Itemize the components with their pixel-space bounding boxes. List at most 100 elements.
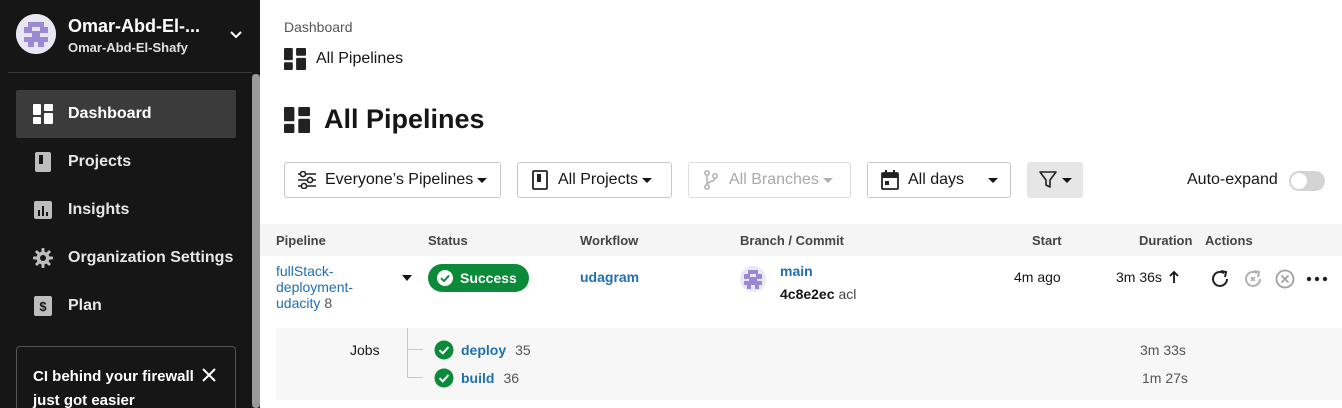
- plan-icon: $: [32, 295, 54, 317]
- pipeline-link[interactable]: fullStack- deployment- udacity 8: [276, 263, 376, 311]
- sidebar-item-label: Projects: [68, 153, 132, 170]
- sidebar-item-label: Insights: [68, 201, 130, 218]
- sidebar: Omar-Abd-El-... Omar-Abd-El-Shafy Dashbo…: [0, 0, 260, 408]
- sidebar-item-dashboard[interactable]: Dashboard: [16, 90, 236, 138]
- sidebar-item-label: Plan: [68, 297, 102, 314]
- jobs-panel: Jobs deploy 35 build 36 3m 33s 1m 27s: [276, 328, 1342, 400]
- commit-info[interactable]: 4c8e2ec acl: [780, 286, 856, 302]
- auto-expand-toggle[interactable]: [1289, 171, 1325, 191]
- breadcrumb-current-label: All Pipelines: [316, 50, 404, 67]
- org-username: Omar-Abd-El-Shafy: [68, 40, 188, 55]
- header-actions: Actions: [1205, 233, 1253, 248]
- main-content: Dashboard All Pipelines All Pipelines Ev…: [260, 0, 1342, 408]
- calendar-icon: [880, 170, 900, 190]
- table-header: Pipeline Status Workflow Branch / Commit…: [260, 224, 1342, 256]
- header-workflow: Workflow: [580, 233, 639, 248]
- job-number: 35: [515, 342, 531, 358]
- pipeline-number: 8: [324, 295, 333, 311]
- status-badge[interactable]: Success: [428, 264, 529, 292]
- sidebar-item-organization-settings[interactable]: Organization Settings: [16, 234, 236, 282]
- job-duration: 3m 33s: [1140, 342, 1186, 358]
- tree-connector: [407, 377, 423, 378]
- rerun-failed-icon: [1245, 270, 1261, 287]
- duration: 3m 36s: [1116, 269, 1180, 285]
- avatar: [740, 266, 766, 292]
- header-start: Start: [1032, 233, 1062, 248]
- header-status: Status: [428, 233, 468, 248]
- job-number: 36: [503, 370, 520, 386]
- sidebar-item-plan[interactable]: $ Plan: [16, 282, 236, 330]
- sliders-icon: [297, 170, 317, 190]
- insights-icon: [32, 199, 54, 221]
- caret-down-icon: [642, 177, 653, 183]
- commit-message: acl: [838, 286, 857, 302]
- sidebar-item-insights[interactable]: Insights: [16, 186, 236, 234]
- job-name: deploy: [461, 342, 507, 358]
- dashboard-icon: [32, 103, 54, 125]
- breadcrumb-current: All Pipelines: [284, 48, 403, 70]
- pipeline-name-line: fullStack-: [276, 263, 334, 279]
- jobs-label: Jobs: [350, 342, 380, 358]
- workflow-link[interactable]: udagram: [580, 269, 639, 285]
- check-circle-icon: [434, 368, 454, 388]
- close-icon[interactable]: [201, 367, 217, 383]
- sidebar-scrollbar[interactable]: [252, 74, 260, 408]
- sidebar-item-projects[interactable]: Projects: [16, 138, 236, 186]
- check-circle-icon: [437, 270, 453, 286]
- filter-button[interactable]: [1027, 162, 1083, 198]
- more-actions-button[interactable]: [1305, 267, 1329, 291]
- pipeline-name-line: udacity: [276, 295, 321, 311]
- branch-link[interactable]: main: [780, 263, 813, 279]
- auto-expand-label: Auto-expand: [1187, 171, 1278, 188]
- duration-value: 3m 36s: [1116, 269, 1162, 285]
- table-row: fullStack- deployment- udacity 8 Success …: [260, 256, 1342, 328]
- tree-connector: [407, 349, 423, 350]
- scrollbar-thumb[interactable]: [252, 74, 260, 408]
- svg-text:$: $: [39, 299, 47, 314]
- expand-row-icon[interactable]: [402, 275, 412, 281]
- header-pipeline: Pipeline: [276, 233, 326, 248]
- gear-icon: [32, 247, 54, 269]
- pipeline-name-line: deployment-: [276, 279, 354, 295]
- job-duration: 1m 27s: [1142, 370, 1188, 386]
- caret-down-icon: [822, 177, 833, 183]
- projects-filter[interactable]: All Projects: [517, 162, 672, 198]
- org-avatar: [16, 14, 56, 54]
- projects-filter-label: All Projects: [558, 171, 639, 188]
- toggle-knob: [1291, 173, 1307, 189]
- rerun-icon: [1212, 270, 1228, 287]
- pipelines-filter-label: Everyone’s Pipelines: [325, 171, 474, 188]
- caret-down-icon: [1062, 177, 1072, 183]
- job-item-deploy[interactable]: deploy 35: [434, 340, 531, 360]
- more-horizontal-icon: [1306, 276, 1328, 282]
- days-filter[interactable]: All days: [867, 162, 1011, 198]
- firewall-promo: CI behind your firewall just got easier: [16, 346, 236, 408]
- arrow-up-icon: [1169, 270, 1179, 283]
- sidebar-item-label: Organization Settings: [68, 249, 234, 266]
- promo-text: CI behind your firewall just got easier: [33, 368, 194, 408]
- org-switcher[interactable]: Omar-Abd-El-... Omar-Abd-El-Shafy: [16, 14, 252, 58]
- days-filter-label: All days: [908, 171, 965, 188]
- rerun-failed-button[interactable]: [1241, 267, 1265, 291]
- tree-connector: [407, 328, 408, 378]
- status-label: Success: [460, 270, 517, 286]
- dashboard-icon: [284, 106, 310, 133]
- dashboard-icon: [284, 48, 306, 70]
- caret-down-icon: [477, 177, 488, 183]
- cancel-button[interactable]: [1273, 267, 1297, 291]
- funnel-icon: [1039, 171, 1057, 188]
- page-title-text: All Pipelines: [324, 104, 485, 134]
- cancel-icon: [1275, 269, 1295, 289]
- project-icon: [530, 170, 550, 190]
- check-circle-icon: [434, 340, 454, 360]
- rerun-button[interactable]: [1208, 267, 1232, 291]
- breadcrumb[interactable]: Dashboard: [284, 19, 353, 35]
- branch-icon: [701, 170, 721, 190]
- job-item-build[interactable]: build 36: [434, 368, 519, 388]
- pipelines-filter[interactable]: Everyone’s Pipelines: [284, 162, 501, 198]
- branches-filter[interactable]: All Branches: [688, 162, 851, 198]
- sidebar-item-label: Dashboard: [68, 105, 152, 122]
- chevron-down-icon[interactable]: [228, 26, 244, 42]
- header-duration: Duration: [1139, 233, 1193, 248]
- sidebar-divider: [8, 72, 252, 73]
